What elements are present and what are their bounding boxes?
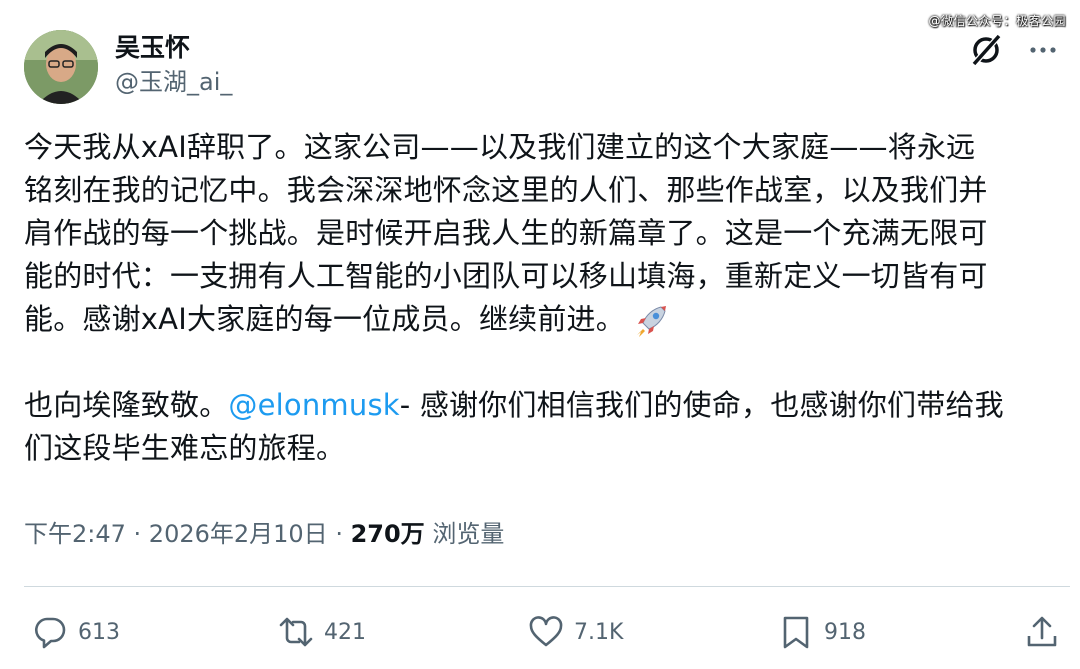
like-button[interactable]: 7.1K [528, 610, 623, 654]
heart-icon [529, 616, 563, 647]
post-text: 也向埃隆致敬。 [24, 388, 229, 422]
post-time[interactable]: 下午2:47 [24, 520, 126, 548]
user-handle[interactable]: @玉湖_ai_ [115, 66, 232, 98]
display-name[interactable]: 吴玉怀 [115, 32, 232, 64]
repost-count: 421 [324, 619, 366, 645]
avatar[interactable] [24, 30, 98, 104]
rocket-emoji-icon [636, 306, 666, 337]
post-line-with-emoji: 能。感谢xAI大家庭的每一位成员。继续前进。 [24, 298, 1064, 341]
post-paragraph-2: 也向埃隆致敬。@elonmusk- 感谢你们相信我们的使命，也感谢你们带给我 [24, 384, 1064, 427]
like-count: 7.1K [574, 619, 624, 645]
post-text: - 感谢你们相信我们的使命，也感谢你们带给我 [399, 388, 1004, 422]
bookmark-count: 918 [824, 619, 866, 645]
post-date[interactable]: 2026年2月10日 [149, 520, 328, 548]
views-count: 270万 [350, 520, 425, 548]
grok-icon[interactable] [968, 32, 1004, 68]
post-line: 铭刻在我的记忆中。我会深深地怀念这里的人们、那些作战室，以及我们并 [24, 173, 988, 207]
post-line-text: 能。感谢xAI大家庭的每一位成员。继续前进。 [24, 302, 625, 336]
reply-count: 613 [78, 619, 120, 645]
watermark: @微信公众号：极客公园 [928, 14, 1066, 28]
reply-icon [35, 617, 66, 649]
share-button[interactable] [1024, 610, 1060, 654]
bookmark-icon [783, 616, 809, 649]
bookmark-button[interactable]: 918 [778, 610, 866, 654]
post-line: 肩作战的每一个挑战。是时候开启我人生的新篇章了。这是一个充满无限可 [24, 216, 988, 250]
post-meta: 下午2:47 · 2026年2月10日 · 270万 浏览量 [24, 516, 504, 552]
post-line: 能的时代：一支拥有人工智能的小团队可以移山填海，重新定义一切皆有可 [24, 259, 988, 293]
share-icon [1027, 616, 1057, 647]
mention-link[interactable]: @elonmusk [228, 388, 399, 422]
repost-icon [279, 617, 313, 647]
reply-button[interactable]: 613 [32, 610, 120, 654]
views-label: 浏览量 [424, 520, 505, 548]
post-line: 们这段毕生难忘的旅程。 [24, 431, 346, 465]
post-body: 今天我从xAI辞职了。这家公司——以及我们建立的这个大家庭——将永远 铭刻在我的… [24, 126, 1064, 470]
post-header: 吴玉怀 @玉湖_ai_ [24, 30, 1064, 106]
meta-separator: · [327, 520, 351, 548]
divider [24, 586, 1070, 587]
repost-button[interactable]: 421 [278, 610, 366, 654]
author-names: 吴玉怀 @玉湖_ai_ [115, 32, 232, 98]
post-line: 今天我从xAI辞职了。这家公司——以及我们建立的这个大家庭——将永远 [24, 130, 976, 164]
action-bar: 613 421 7.1K 918 [24, 610, 1070, 654]
meta-separator: · [125, 520, 149, 548]
more-dots-icon[interactable] [1028, 36, 1058, 64]
